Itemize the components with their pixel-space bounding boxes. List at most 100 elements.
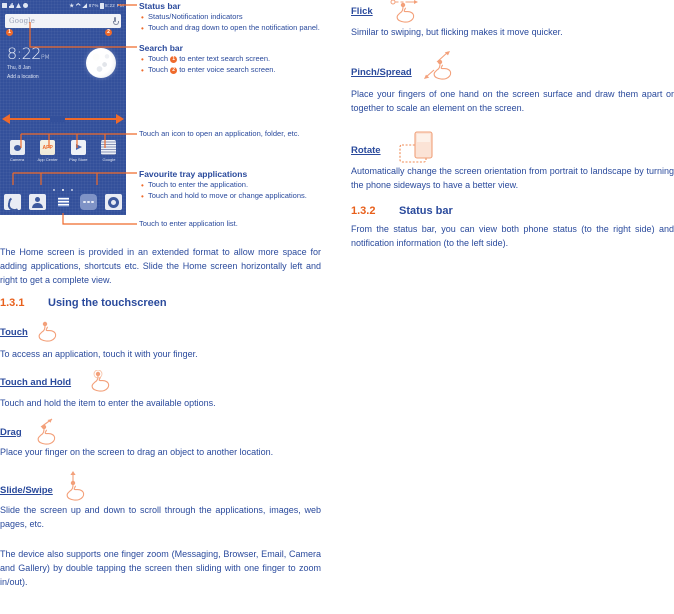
app-shortcut[interactable]: Camera — [4, 140, 30, 162]
app-shortcut[interactable]: Play Store — [65, 140, 91, 162]
app-shortcut[interactable]: Google — [96, 140, 122, 162]
app-launcher-icon[interactable] — [79, 194, 97, 210]
callout-title: Search bar — [139, 43, 183, 53]
pinch-spread-hand-icon — [424, 51, 452, 80]
gesture-body-rotate: Automatically change the screen orientat… — [351, 166, 674, 190]
arrow-left-icon — [2, 114, 10, 124]
messaging-icon[interactable] — [55, 194, 72, 210]
phone-status-bar: 87% 8:22 PM — [0, 0, 126, 11]
clock-ampm: PM — [40, 54, 50, 61]
app-shortcut[interactable]: App Center — [35, 140, 61, 162]
favourite-tray — [4, 194, 122, 210]
callout-item: Touch and hold to move or change applica… — [141, 191, 324, 202]
home-screen-swipe-arrows — [2, 114, 124, 124]
play-store-icon — [70, 140, 86, 155]
gesture-heading-slide-swipe: Slide/Swipe — [0, 485, 53, 496]
callout-title: Favourite tray applications — [139, 169, 248, 179]
camera-icon — [9, 140, 25, 155]
gesture-body-flick: Similar to swiping, but flicking makes i… — [351, 27, 563, 37]
page-dot — [52, 189, 55, 191]
section-number: 1.3.1 — [0, 297, 25, 309]
gesture-heading-touch: Touch — [0, 327, 28, 338]
section-heading-1-3-2: 1.3.2 Status bar — [351, 205, 674, 217]
touch-hand-icon — [38, 321, 57, 342]
callout-search-bar: Search bar Touch 1 to enter text search … — [139, 42, 324, 76]
callout-text: Touch an icon to open an application, fo… — [139, 129, 300, 138]
callout-title: Status bar — [139, 1, 181, 11]
sd-card-icon — [9, 3, 14, 8]
gesture-heading-pinch-spread: Pinch/Spread — [351, 67, 412, 78]
usb-icon — [16, 3, 21, 8]
callout-app-icon: Touch an icon to open an application, fo… — [139, 129, 324, 140]
home-app-row: Camera App Center Play Store Google — [4, 140, 122, 162]
location-icon — [23, 3, 28, 8]
status-system-icons: 87% 8:22 PM — [69, 2, 124, 9]
clock-add-location[interactable]: Add a location — [7, 74, 50, 80]
microphone-icon[interactable] — [113, 17, 119, 25]
section-title: Status bar — [399, 205, 453, 217]
clock-date: Thu, 8 Jan — [7, 65, 31, 71]
zoom-note-paragraph: The device also supports one finger zoom… — [0, 549, 321, 587]
gesture-heading-flick: Flick — [351, 6, 373, 17]
star-icon — [69, 3, 75, 8]
app-label: App Center — [37, 157, 58, 162]
status-clock-label: 8:22 PM — [105, 3, 124, 8]
gesture-body-touch: To access an application, touch it with … — [0, 349, 198, 359]
section-title: Using the touchscreen — [48, 297, 167, 309]
google-wordmark: Google — [9, 17, 36, 25]
callout-text: Touch to enter application list. — [139, 219, 238, 228]
clock-time: 8:22PM — [7, 44, 50, 63]
flick-hand-icon — [390, 0, 418, 23]
callout-status-bar: Status bar Status/Notification indicator… — [139, 0, 324, 34]
callout-item: Touch and drag down to open the notifica… — [141, 23, 324, 34]
callout-favourite-tray: Favourite tray applications Touch to ent… — [139, 168, 324, 202]
callout-item: Touch to enter the application. — [141, 180, 324, 191]
battery-icon — [100, 2, 104, 9]
gesture-heading-touch-and-hold: Touch and Hold — [0, 377, 72, 388]
arrow-right-icon — [116, 114, 124, 124]
gesture-heading-drag: Drag — [0, 427, 22, 438]
app-label: Google — [102, 157, 116, 162]
page-dot — [71, 189, 74, 191]
phone-home-screen-figure: 87% 8:22 PM Google 1 2 8:22PM Thu, 8 Jan — [0, 0, 126, 215]
weather-moon-icon — [86, 48, 116, 78]
phone-icon[interactable] — [4, 194, 21, 210]
callout-item: Touch 1 to enter text search screen. — [141, 54, 324, 65]
section-number: 1.3.2 — [351, 205, 376, 217]
app-label: Play Store — [69, 157, 88, 162]
phone-screen: 87% 8:22 PM Google 1 2 8:22PM Thu, 8 Jan — [0, 0, 126, 215]
callout-item: Touch 2 to enter voice search screen. — [141, 65, 324, 76]
intro-paragraph: The Home screen is provided in an extend… — [0, 247, 321, 285]
contacts-icon[interactable] — [29, 194, 47, 210]
slide-hand-icon — [66, 471, 85, 501]
gesture-body-pinch-spread: Place your fingers of one hand on the sc… — [351, 89, 674, 113]
gesture-body-slide-swipe: Slide the screen up and down to scroll t… — [0, 505, 321, 529]
signal-icon — [82, 3, 88, 8]
callout-badge-1: 1 — [6, 29, 13, 36]
page-dot-active — [62, 189, 64, 191]
manual-page: 87% 8:22 PM Google 1 2 8:22PM Thu, 8 Jan — [0, 0, 674, 614]
callout-badge-2: 2 — [105, 29, 112, 36]
drag-hand-icon — [37, 418, 56, 445]
clock-widget[interactable]: 8:22PM Thu, 8 Jan Add a location — [7, 44, 50, 81]
sim-icon — [2, 3, 7, 8]
google-search-bar[interactable]: Google — [5, 14, 121, 28]
inline-badge-2: 2 — [170, 66, 178, 74]
wifi-icon — [75, 3, 81, 6]
gesture-body-drag: Place your finger on the screen to drag … — [0, 447, 274, 457]
battery-percent-label: 87% — [88, 3, 99, 8]
callout-item: Status/Notification indicators — [141, 12, 324, 23]
callout-app-list: Touch to enter application list. — [139, 219, 324, 230]
google-icon — [101, 140, 117, 155]
status-notification-icons — [2, 3, 28, 8]
section-heading-1-3-1: 1.3.1 Using the touchscreen — [0, 297, 321, 309]
gesture-body-touch-and-hold: Touch and hold the item to enter the ava… — [0, 398, 216, 408]
touch-hold-hand-icon — [91, 370, 110, 392]
inline-badge-1: 1 — [170, 56, 178, 64]
section-body-1-3-2: From the status bar, you can view both p… — [351, 224, 674, 248]
rotate-device-icon — [399, 131, 433, 163]
browser-icon[interactable] — [105, 194, 122, 210]
app-label: Camera — [9, 157, 25, 162]
gesture-heading-rotate: Rotate — [351, 145, 381, 156]
app-center-icon — [40, 140, 56, 155]
